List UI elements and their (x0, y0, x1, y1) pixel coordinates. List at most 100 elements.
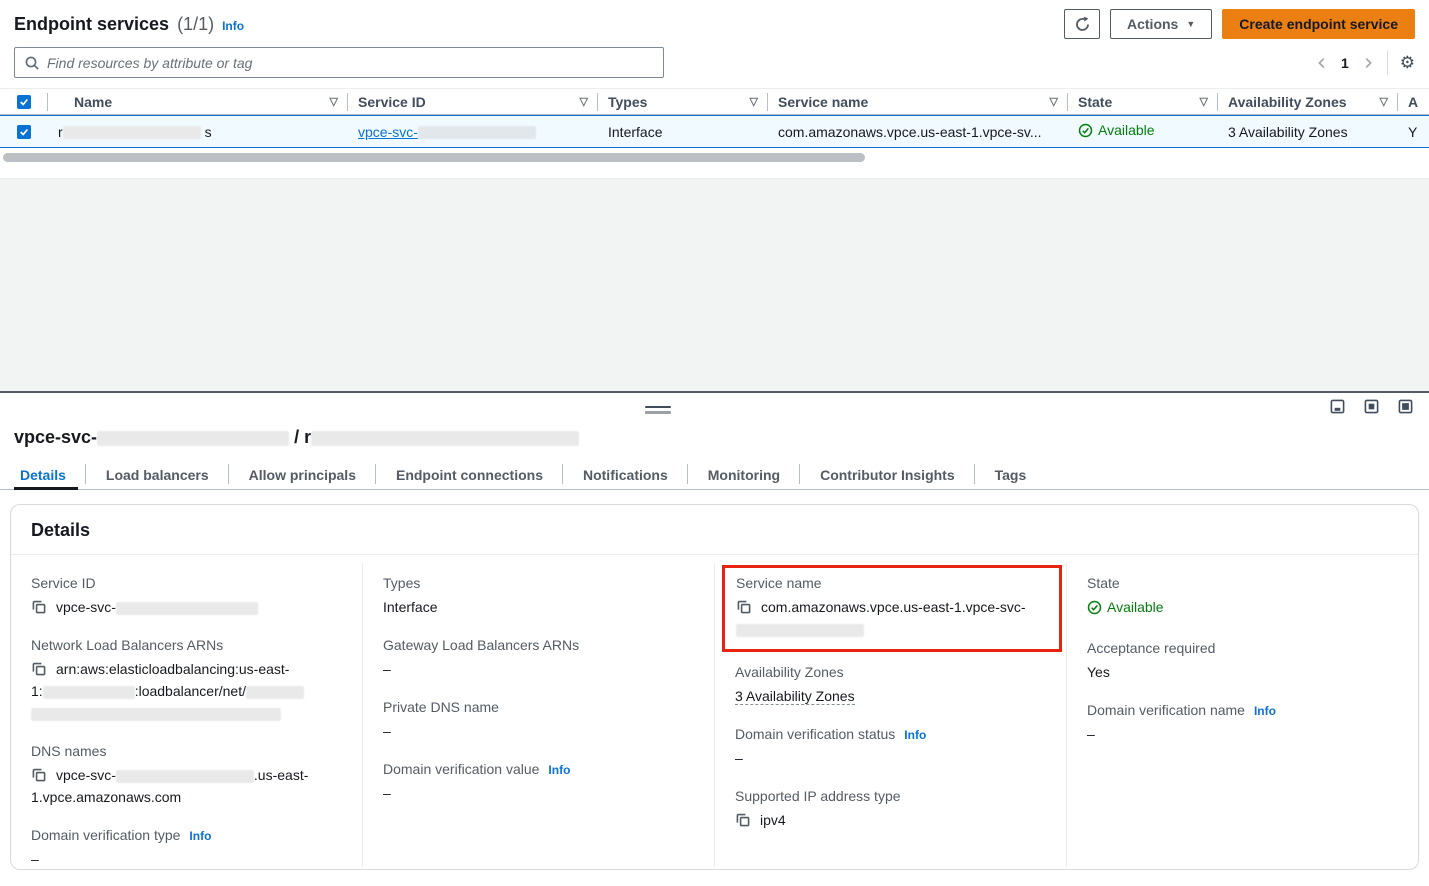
tab-endpoint-connections[interactable]: Endpoint connections (376, 460, 563, 489)
split-panel-layout-icons (1330, 399, 1413, 414)
field-label-row: Service name (736, 575, 1048, 591)
column-header-service-name[interactable]: Service name▽ (768, 89, 1068, 114)
column-header-availability-zones[interactable]: Availability Zones ▽ (1218, 89, 1398, 114)
field-label: State (1087, 575, 1120, 591)
field-network-load-balancers-arns: Network Load Balancers ARNs arn:aws:elast… (31, 637, 344, 724)
field-private-dns-name: Private DNS name– (383, 699, 696, 742)
actions-button[interactable]: Actions ▼ (1110, 9, 1212, 39)
table-row[interactable]: r s vpce-svc- Interface com.amazonaws.vp… (0, 115, 1429, 148)
field-dns-names: DNS namesvpce-svc-.us-east-1.vpce.amazon… (31, 743, 344, 808)
field-value: vpce-svc- (31, 596, 344, 618)
copy-icon[interactable] (31, 599, 47, 615)
column-header-state[interactable]: State▽ (1068, 89, 1218, 114)
field-value: Interface (383, 596, 696, 618)
column-header-name[interactable]: Name ▽ (48, 89, 348, 114)
panel-title-service-id-prefix: vpce-svc- (14, 427, 97, 447)
cell-availability-zones: 3 Availability Zones (1218, 124, 1398, 140)
tab-details[interactable]: Details (14, 460, 86, 489)
sort-icon[interactable]: ▽ (750, 95, 758, 108)
column-header-service-id[interactable]: Service ID ▽ (348, 89, 598, 114)
tab-allow-principals[interactable]: Allow principals (229, 460, 376, 489)
sort-icon[interactable]: ▽ (330, 95, 338, 108)
select-all-checkbox[interactable] (17, 95, 31, 109)
field-value: – (31, 848, 344, 870)
copy-icon[interactable] (735, 812, 751, 828)
column-header-acceptance-partial[interactable]: A (1398, 89, 1429, 114)
cell-name: r s (48, 124, 348, 140)
scrollbar-thumb[interactable] (3, 153, 865, 162)
details-column: TypesInterfaceGateway Load Balancers ARN… (362, 563, 714, 867)
chevron-down-icon: ▼ (1186, 19, 1195, 29)
column-label: Service ID (358, 94, 426, 110)
field-label-row: Network Load Balancers ARNs (31, 637, 344, 653)
resource-count: (1/1) (177, 14, 214, 35)
field-label-row: Domain verification name Info (1087, 702, 1400, 718)
sort-icon[interactable]: ▽ (1380, 95, 1388, 108)
tab-load-balancers[interactable]: Load balancers (86, 460, 229, 489)
field-types: TypesInterface (383, 575, 696, 618)
value-text: arn:aws:elasticloadbalancing:us-east- (56, 661, 289, 677)
horizontal-scrollbar (3, 153, 1426, 162)
panel-position-side-icon[interactable] (1364, 399, 1379, 414)
column-header-types[interactable]: Types ▽ (598, 89, 768, 114)
tab-tags[interactable]: Tags (975, 460, 1047, 489)
create-endpoint-service-button[interactable]: Create endpoint service (1222, 9, 1415, 39)
copy-icon[interactable] (736, 599, 752, 615)
search-input[interactable] (47, 55, 654, 71)
field-label: Network Load Balancers ARNs (31, 637, 223, 653)
az-popover-trigger[interactable]: 3 Availability Zones (735, 688, 855, 705)
value-text: com.amazonaws.vpce.us-east-1.vpce-svc- (761, 599, 1026, 615)
service-id-link[interactable]: vpce-svc- (358, 124, 536, 140)
column-label: A (1408, 94, 1418, 110)
info-link[interactable]: Info (904, 728, 926, 742)
cell-types: Interface (598, 124, 768, 140)
field-label: Availability Zones (735, 664, 844, 680)
az-popover-trigger[interactable]: 3 Availability Zones (1228, 124, 1348, 140)
cell-acceptance: Y (1398, 124, 1429, 140)
details-column: StateAvailableAcceptance requiredYesDoma… (1066, 563, 1418, 867)
info-link[interactable]: Info (189, 829, 211, 843)
current-page[interactable]: 1 (1341, 55, 1349, 71)
field-label: Service name (736, 575, 822, 591)
sort-icon[interactable]: ▽ (580, 95, 588, 108)
settings-gear-button[interactable]: ⚙ (1400, 54, 1415, 71)
tab-notifications[interactable]: Notifications (563, 460, 688, 489)
field-label: Domain verification type (31, 827, 180, 843)
title-info-link[interactable]: Info (222, 19, 244, 33)
next-page-button[interactable] (1361, 56, 1375, 70)
details-column: Service IDvpce-svc-Network Load Balancer… (11, 563, 362, 867)
sort-icon[interactable]: ▽ (1200, 95, 1208, 108)
column-label: Availability Zones (1228, 94, 1347, 110)
split-panel-drag-handle[interactable] (645, 406, 671, 414)
field-availability-zones: Availability Zones 3 Availability Zones (735, 664, 1048, 707)
redacted-text (246, 686, 304, 699)
field-label: Domain verification value (383, 761, 539, 777)
search-box[interactable] (14, 47, 664, 78)
copy-icon[interactable] (31, 661, 47, 677)
sort-icon[interactable]: ▽ (1050, 95, 1058, 108)
field-service-name: Service name com.amazonaws.vpce.us-east-1… (722, 565, 1062, 652)
column-label: Name (74, 94, 112, 110)
field-label: Supported IP address type (735, 788, 901, 804)
redacted-text (43, 686, 135, 699)
redacted-text (736, 624, 864, 637)
info-link[interactable]: Info (1254, 704, 1276, 718)
field-label-row: State (1087, 575, 1400, 591)
tab-contributor-insights[interactable]: Contributor Insights (800, 460, 975, 489)
value-text: – (735, 750, 743, 766)
field-domain-verification-name: Domain verification nameInfo– (1087, 702, 1400, 745)
panel-position-bottom-icon[interactable] (1330, 399, 1345, 414)
panel-position-full-icon[interactable] (1398, 399, 1413, 414)
tab-monitoring[interactable]: Monitoring (688, 460, 800, 489)
field-value: – (383, 658, 696, 680)
row-checkbox[interactable] (17, 125, 31, 139)
info-link[interactable]: Info (548, 763, 570, 777)
name-prefix: r (58, 124, 63, 140)
refresh-button[interactable] (1064, 9, 1100, 39)
field-label: Domain verification name (1087, 702, 1245, 718)
previous-page-button[interactable] (1315, 56, 1329, 70)
column-label: Types (608, 94, 647, 110)
value-text: – (31, 851, 39, 867)
actions-label: Actions (1127, 16, 1178, 32)
copy-icon[interactable] (31, 767, 47, 783)
